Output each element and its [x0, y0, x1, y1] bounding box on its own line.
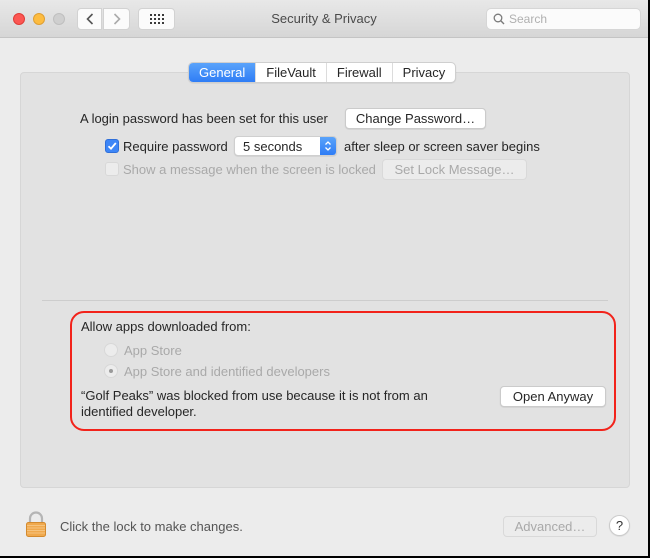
title-bar: Security & Privacy Search — [0, 0, 648, 38]
radio-app-store[interactable] — [104, 343, 118, 357]
lock-button[interactable] — [25, 511, 47, 540]
tab-privacy[interactable]: Privacy — [391, 63, 456, 82]
security-privacy-window: Security & Privacy Search General FileVa… — [0, 0, 648, 556]
password-delay-select[interactable]: 5 seconds — [234, 136, 337, 156]
search-icon — [493, 13, 505, 25]
lock-status-text: Click the lock to make changes. — [60, 519, 243, 534]
open-anyway-button[interactable]: Open Anyway — [500, 386, 606, 407]
search-placeholder: Search — [509, 12, 548, 26]
help-button[interactable]: ? — [609, 515, 630, 536]
radio-app-store-identified-label: App Store and identified developers — [124, 364, 330, 379]
advanced-button[interactable]: Advanced… — [503, 516, 597, 537]
stepper-arrows-icon — [320, 137, 336, 155]
change-password-button[interactable]: Change Password… — [345, 108, 486, 129]
tab-firewall[interactable]: Firewall — [325, 63, 392, 82]
checkmark-icon — [107, 142, 117, 151]
radio-app-store-identified[interactable] — [104, 364, 118, 378]
blocked-message-line2: identified developer. — [81, 404, 197, 419]
show-message-checkbox[interactable] — [105, 162, 119, 176]
tab-bar: General FileVault Firewall Privacy — [188, 62, 457, 83]
search-field[interactable]: Search — [486, 8, 641, 30]
show-message-label: Show a message when the screen is locked — [123, 162, 376, 177]
require-password-checkbox[interactable] — [105, 139, 119, 153]
tab-general[interactable]: General — [189, 63, 256, 82]
section-divider — [42, 300, 608, 301]
allow-apps-heading: Allow apps downloaded from: — [81, 319, 251, 334]
after-sleep-label: after sleep or screen saver begins — [344, 139, 540, 154]
lock-icon — [26, 511, 46, 537]
set-lock-message-button[interactable]: Set Lock Message… — [382, 159, 527, 180]
require-password-label: Require password — [123, 139, 228, 154]
tab-filevault[interactable]: FileVault — [255, 63, 326, 82]
radio-app-store-label: App Store — [124, 343, 182, 358]
login-password-label: A login password has been set for this u… — [80, 111, 328, 126]
blocked-message-line1: “Golf Peaks” was blocked from use becaus… — [81, 388, 428, 403]
password-delay-value: 5 seconds — [243, 139, 303, 154]
